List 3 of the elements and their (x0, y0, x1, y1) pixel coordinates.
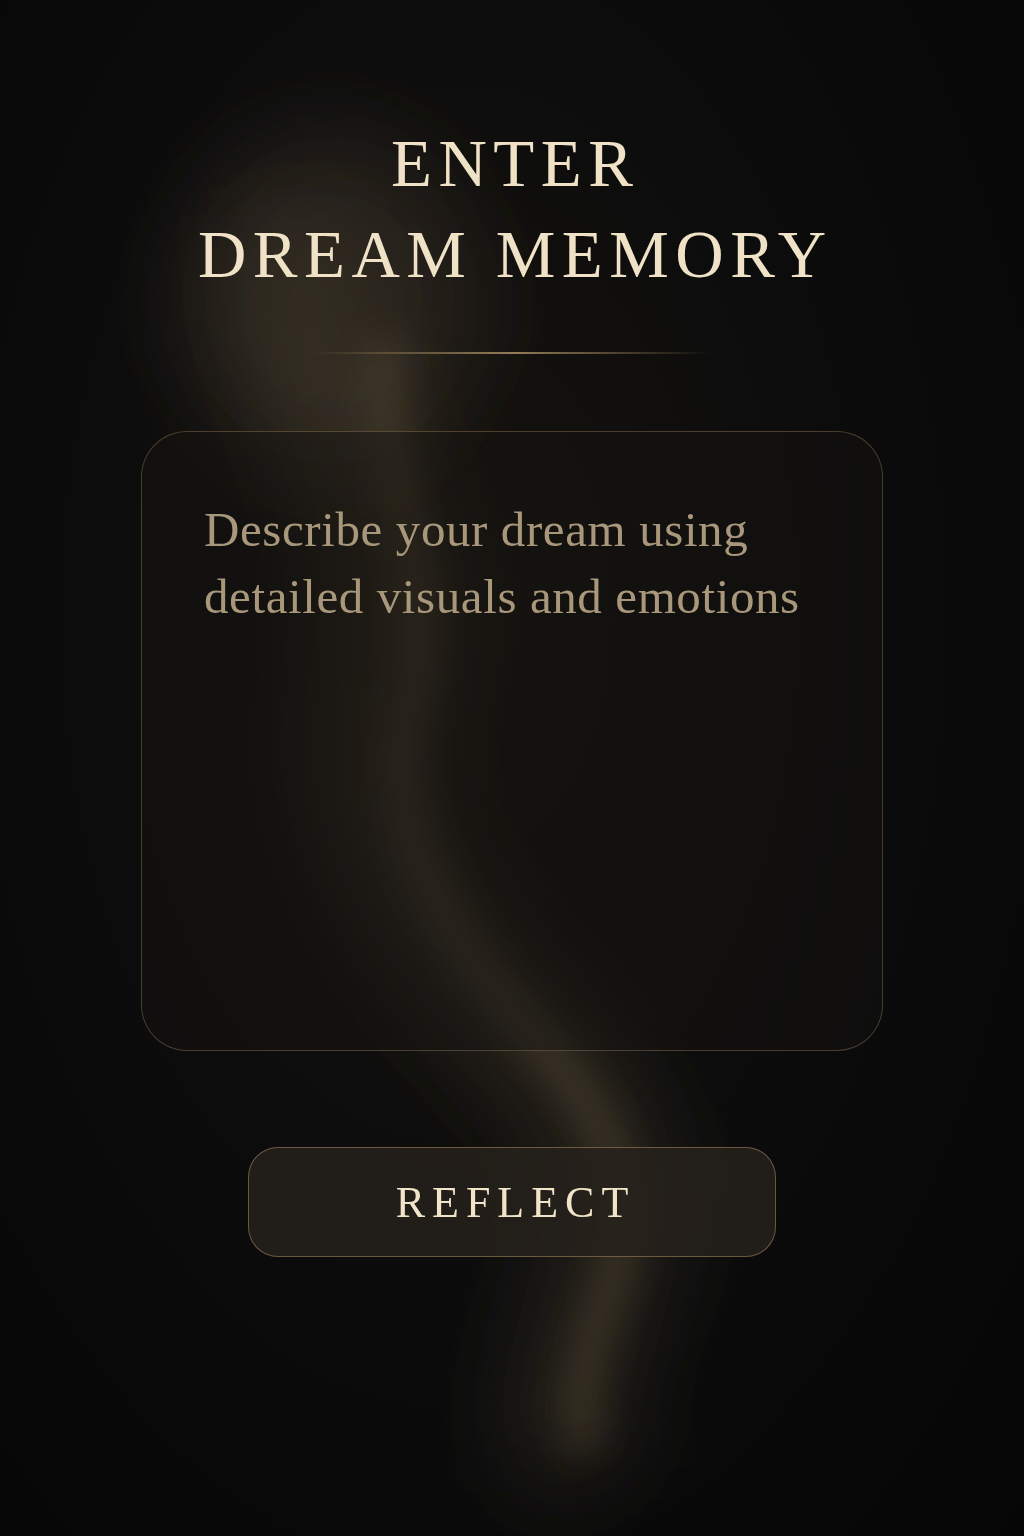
page-title: ENTER DREAM MEMORY (197, 125, 826, 293)
dream-textarea[interactable]: Describe your dream using detailed visuals and emotions (141, 431, 883, 1051)
reflect-button[interactable]: REFLECT (248, 1147, 776, 1257)
